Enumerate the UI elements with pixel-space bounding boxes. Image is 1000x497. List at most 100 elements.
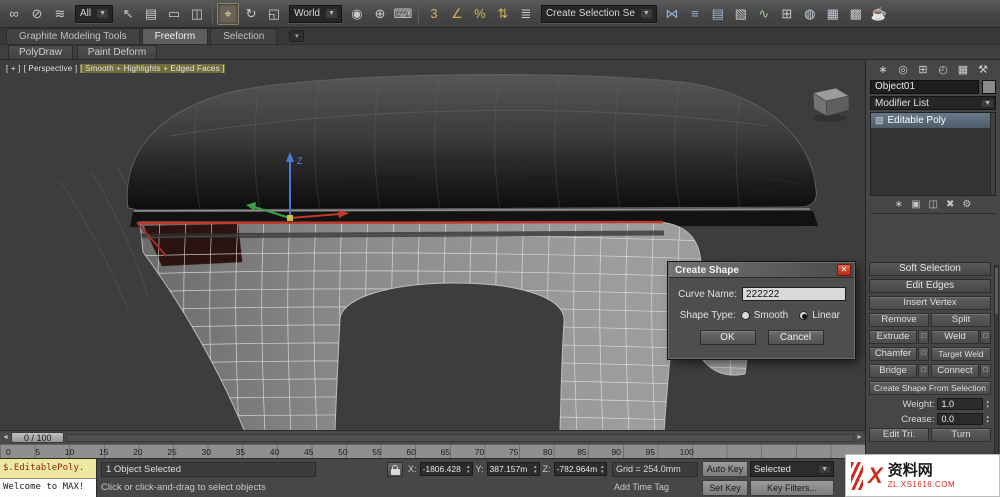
time-ruler[interactable]: 0 5 10 15 20 25 30 35 40 45 50 55 60 65 70 75 80 85 90 95 10… [0,444,865,458]
add-time-tag[interactable]: Add Time Tag [614,482,669,492]
rollout-edit-edges[interactable]: Edit Edges [869,279,991,293]
utilities-tab-icon[interactable]: ⚒ [975,63,991,76]
insert-vertex-button[interactable]: Insert Vertex [869,296,991,310]
select-and-manipulate-icon[interactable]: ⊕ [369,3,391,25]
maxscript-mini-listener[interactable]: $.EditablePoly. Welcome to MAX! [0,459,97,497]
bridge-settings-icon[interactable]: □ [918,364,929,378]
material-editor-icon[interactable]: ◍ [799,3,821,25]
subtab-polydraw[interactable]: PolyDraw [8,44,73,60]
subtab-paint-deform[interactable]: Paint Deform [76,44,158,60]
spinner-down-icon[interactable]: ▾ [986,419,989,424]
dialog-titlebar[interactable]: Create Shape ✕ [669,263,854,278]
z-coordinate-field[interactable]: -782.964m ▴ ▾ [553,462,607,476]
motion-tab-icon[interactable]: ◴ [935,63,951,76]
stack-scrollbar[interactable] [990,113,995,195]
time-slider[interactable]: 0 / 100 [10,432,65,443]
viewport-canvas[interactable]: Z [0,60,865,430]
extrude-button[interactable]: Extrude [869,330,917,344]
bridge-button[interactable]: Bridge [869,364,917,378]
spinner-down-icon[interactable]: ▾ [986,404,989,409]
rollout-soft-selection[interactable]: Soft Selection [869,262,991,276]
use-pivot-center-icon[interactable]: ◉ [346,3,368,25]
show-end-result-icon[interactable]: ▣ [911,199,920,210]
edit-named-selections-icon[interactable]: ≣ [515,3,537,25]
selection-filter-dropdown[interactable]: All ▼ [75,4,114,23]
render-setup-icon[interactable]: ▦ [822,3,844,25]
spinner-snap-icon[interactable]: ⇅ [492,3,514,25]
weld-settings-icon[interactable]: □ [980,330,991,344]
selection-region-icon[interactable]: ▭ [163,3,185,25]
viewport-general-menu[interactable]: [ + ] [6,64,21,73]
close-icon[interactable]: ✕ [837,264,851,276]
curve-name-input[interactable] [742,287,846,301]
remove-modifier-icon[interactable]: ✖ [946,199,954,210]
bind-to-spacewarp-icon[interactable]: ≋ [49,3,71,25]
spinner-up-icon[interactable]: ▴ [601,464,604,469]
cancel-button[interactable]: Cancel [767,330,824,345]
render-production-icon[interactable]: ☕ [868,3,890,25]
selection-lock-toggle[interactable] [387,462,403,477]
unlink-selection-icon[interactable]: ⊘ [26,3,48,25]
weld-button[interactable]: Weld [931,330,979,344]
auto-key-button[interactable]: Auto Key [702,461,748,477]
select-object-icon[interactable]: ↖ [117,3,139,25]
hierarchy-tab-icon[interactable]: ⊞ [915,63,931,76]
time-slider-track[interactable]: ◄ 0 / 100 ► [0,430,865,444]
remove-button[interactable]: Remove [869,313,929,327]
modify-tab-icon[interactable]: ◎ [895,63,911,76]
object-name-field[interactable]: Object01 [870,80,979,94]
configure-modifier-sets-icon[interactable]: ⚙ [962,199,971,210]
select-by-name-icon[interactable]: ▤ [140,3,162,25]
chamfer-button[interactable]: Chamfer [869,347,917,361]
select-and-scale-icon[interactable]: ◱ [263,3,285,25]
set-key-button[interactable]: Set Key [702,480,748,496]
listener-output-line[interactable]: Welcome to MAX! [0,479,96,497]
spinner-down-icon[interactable]: ▾ [467,469,470,474]
keyboard-override-icon[interactable]: ⌨ [392,3,414,25]
next-frame-icon[interactable]: ► [856,434,863,441]
connect-settings-icon[interactable]: □ [980,364,991,378]
extrude-settings-icon[interactable]: □ [918,330,929,344]
listener-macro-line[interactable]: $.EditablePoly. [0,459,96,479]
weight-field[interactable]: 1.0 [937,398,984,410]
split-button[interactable]: Split [931,313,991,327]
spinner-down-icon[interactable]: ▾ [601,469,604,474]
connect-button[interactable]: Connect [931,364,979,378]
make-unique-icon[interactable]: ◫ [929,199,938,210]
tab-freeform[interactable]: Freeform [141,28,209,44]
edit-triangulation-button[interactable]: Edit Tri. [869,428,929,442]
angle-snap-icon[interactable]: ∠ [446,3,468,25]
viewport-shading-menu[interactable]: [ Smooth + Highlights + Edged Faces ] [80,64,225,73]
rendered-frame-icon[interactable]: ▩ [845,3,867,25]
chamfer-settings-icon[interactable]: □ [918,347,929,361]
tab-selection[interactable]: Selection [210,28,278,44]
select-and-move-icon[interactable]: ⌖ [217,2,240,25]
spinner-up-icon[interactable]: ▴ [534,464,537,469]
percent-snap-icon[interactable]: % [469,3,491,25]
select-and-rotate-icon[interactable]: ↻ [240,3,262,25]
crease-field[interactable]: 0.0 [937,413,984,425]
smooth-radio[interactable]: Smooth [740,310,788,321]
reference-coordinate-dropdown[interactable]: World ▼ [289,4,342,23]
stack-item-editable-poly[interactable]: ▧ Editable Poly [871,113,995,128]
spinner-down-icon[interactable]: ▾ [534,469,537,474]
x-coordinate-field[interactable]: -1806.428 ▴ ▾ [419,462,473,476]
small-cube-object[interactable] [812,87,850,122]
create-shape-from-selection-button[interactable]: Create Shape From Selection [869,381,991,395]
linear-radio[interactable]: Linear [799,310,840,321]
viewport-pov-menu[interactable]: [ Perspective ] [24,64,78,73]
display-tab-icon[interactable]: ▦ [955,63,971,76]
spinner-up-icon[interactable]: ▴ [986,414,989,419]
tab-graphite-modeling-tools[interactable]: Graphite Modeling Tools [6,28,140,44]
graphite-ribbon-icon[interactable]: ▧ [730,3,752,25]
object-color-swatch[interactable] [982,80,996,94]
key-filters-button[interactable]: Key Filters... [750,480,834,496]
align-icon[interactable]: ≡ [684,3,706,25]
modifier-list-dropdown[interactable]: Modifier List ▼ [870,96,996,110]
previous-frame-icon[interactable]: ◄ [2,434,9,441]
spinner-up-icon[interactable]: ▴ [467,464,470,469]
named-selection-sets-dropdown[interactable]: Create Selection Se ▼ [540,4,657,23]
turn-button[interactable]: Turn [931,428,991,442]
model-body[interactable] [126,72,817,211]
schematic-view-icon[interactable]: ⊞ [776,3,798,25]
